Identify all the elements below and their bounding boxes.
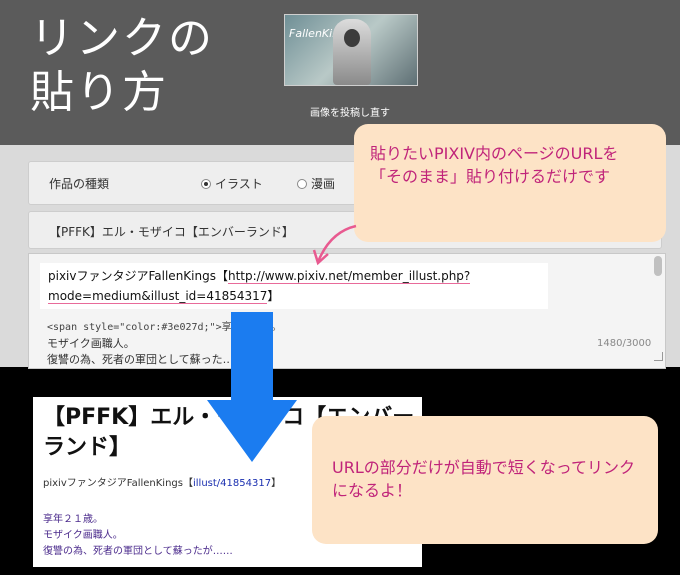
result-line1: 享年２１歳。 — [43, 514, 103, 525]
radio-manga[interactable]: 漫画 — [297, 175, 335, 192]
instruction-bubble-result: URLの部分だけが自動で短くなってリンクになるよ！ — [312, 416, 658, 544]
work-type-label: 作品の種類 — [49, 177, 110, 191]
radio-unchecked-icon — [297, 178, 307, 189]
result-source-line: pixivファンタジアFallenKings【illust/41854317】 — [43, 474, 281, 489]
pasted-suffix: 】 — [267, 289, 280, 303]
reupload-image-link[interactable]: 画像を投稿し直す — [284, 104, 416, 119]
result-body: 享年２１歳。 モザイク画職人。 復讐の為、死者の軍団として蘇ったが…… — [43, 512, 233, 560]
pasted-url-zoom: pixivファンタジアFallenKings【http://www.pixiv.… — [40, 263, 548, 309]
title-line2: 貼り方 — [30, 67, 168, 118]
result-line2: モザイク画職人。 — [43, 530, 123, 541]
artwork-thumbnail[interactable]: FallenKings — [284, 14, 418, 86]
skeleton-figure-icon — [333, 19, 371, 85]
result-short-link[interactable]: illust/41854317 — [193, 478, 271, 489]
page-title: リンクの 貼り方 — [30, 12, 214, 120]
result-source-prefix: pixivファンタジアFallenKings【 — [43, 478, 193, 489]
resize-handle-icon[interactable] — [654, 352, 663, 361]
radio-manga-label: 漫画 — [311, 177, 336, 191]
result-source-suffix: 】 — [271, 478, 282, 489]
pasted-prefix: pixivファンタジアFallenKings【 — [48, 269, 228, 283]
title-value: 【PFFK】エル・モザイコ【エンバーランド】 — [49, 225, 294, 239]
char-counter: 1480/3000 — [597, 338, 652, 349]
radio-illust-label: イラスト — [215, 177, 263, 191]
arrow-head — [207, 400, 297, 462]
radio-checked-icon — [201, 178, 211, 189]
radio-illust[interactable]: イラスト — [201, 175, 263, 192]
arrow-shaft — [231, 312, 273, 402]
title-line1: リンクの — [30, 13, 214, 64]
instruction-bubble-paste: 貼りたいPIXIV内のページのURLを「そのまま」貼り付けるだけです — [354, 124, 666, 242]
result-line3: 復讐の為、死者の軍団として蘇ったが…… — [43, 546, 233, 557]
textarea-scrollbar[interactable] — [654, 256, 662, 276]
